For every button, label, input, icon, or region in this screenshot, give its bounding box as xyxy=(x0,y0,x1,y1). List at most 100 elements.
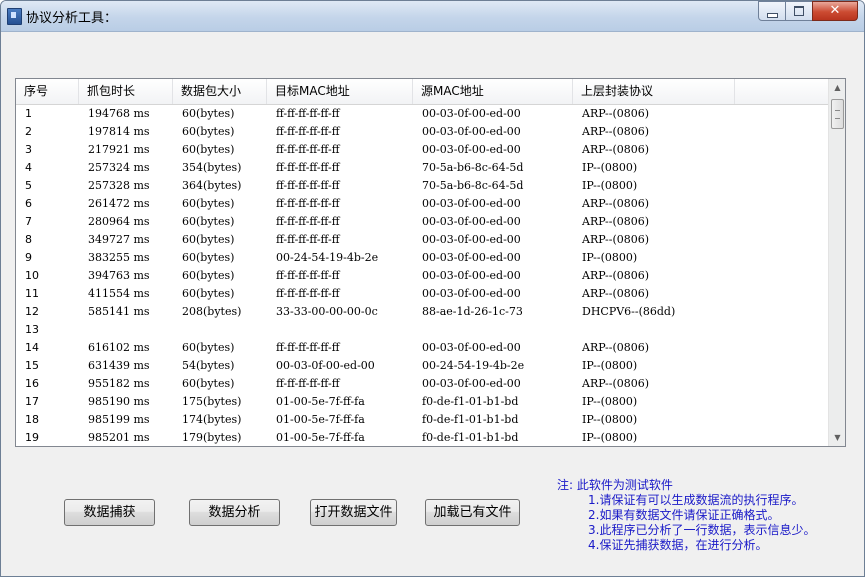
cell-dst-mac: ff-ff-ff-ff-ff-ff xyxy=(276,125,340,138)
close-button[interactable]: ✕ xyxy=(812,1,858,21)
cell-duration: 411554 ms xyxy=(88,287,150,300)
table-row[interactable]: 8 349727 ms 60(bytes) ff-ff-ff-ff-ff-ff 00-0… xyxy=(16,231,828,249)
table-row[interactable]: 12 585141 ms 208(bytes) 33-33-00-00-00-0c 88… xyxy=(16,303,828,321)
cell-duration: 616102 ms xyxy=(88,341,150,354)
cell-seq: 9 xyxy=(25,251,32,264)
window-controls: ✕ xyxy=(758,1,858,21)
cell-seq: 12 xyxy=(25,305,39,318)
cell-protocol: ARP--(0806) xyxy=(582,125,650,138)
table-row[interactable]: 19 985201 ms 179(bytes) 01-00-5e-7f-ff-fa f0… xyxy=(16,429,828,446)
table-row[interactable]: 10 394763 ms 60(bytes) ff-ff-ff-ff-ff-ff 00-… xyxy=(16,267,828,285)
cell-seq: 7 xyxy=(25,215,32,228)
column-header-dst-mac[interactable]: 目标MAC地址 xyxy=(267,79,413,104)
cell-size xyxy=(173,321,267,339)
cell-duration: 585141 ms xyxy=(88,305,150,318)
cell-src-mac: 00-03-0f-00-ed-00 xyxy=(422,341,521,354)
cell-size: 60(bytes) xyxy=(182,341,235,354)
window-title: 协议分析工具： xyxy=(26,11,118,26)
scroll-up-icon[interactable]: ▲ xyxy=(829,79,845,96)
table-row[interactable]: 15 631439 ms 54(bytes) 00-03-0f-00-ed-00 00-… xyxy=(16,357,828,375)
cell-duration: 383255 ms xyxy=(88,251,150,264)
cell-protocol: IP--(0800) xyxy=(582,431,638,444)
cell-duration: 985201 ms xyxy=(88,431,150,444)
cell-size: 208(bytes) xyxy=(182,305,242,318)
table-row[interactable]: 7 280964 ms 60(bytes) ff-ff-ff-ff-ff-ff 00-0… xyxy=(16,213,828,231)
cell-dst-mac: 33-33-00-00-00-0c xyxy=(276,305,378,318)
cell-src-mac: 00-03-0f-00-ed-00 xyxy=(422,125,521,138)
column-header-empty xyxy=(735,79,828,104)
table-row[interactable]: 17 985190 ms 175(bytes) 01-00-5e-7f-ff-fa f0… xyxy=(16,393,828,411)
table-row[interactable]: 11 411554 ms 60(bytes) ff-ff-ff-ff-ff-ff 00-… xyxy=(16,285,828,303)
cell-dst-mac: ff-ff-ff-ff-ff-ff xyxy=(276,269,340,282)
table-row[interactable]: 4 257324 ms 354(bytes) ff-ff-ff-ff-ff-ff 70-… xyxy=(16,159,828,177)
column-header-duration[interactable]: 抓包时长 xyxy=(79,79,173,104)
cell-src-mac: 00-24-54-19-4b-2e xyxy=(422,359,525,372)
table-row[interactable]: 2 197814 ms 60(bytes) ff-ff-ff-ff-ff-ff 00-0… xyxy=(16,123,828,141)
packet-table[interactable]: 序号 抓包时长 数据包大小 目标MAC地址 源MAC地址 上层封装协议 1 194… xyxy=(15,78,846,447)
load-file-button[interactable]: 加载已有文件 xyxy=(425,499,520,526)
cell-size: 54(bytes) xyxy=(182,359,235,372)
cell-src-mac: 00-03-0f-00-ed-00 xyxy=(422,233,521,246)
cell-protocol: DHCPV6--(86dd) xyxy=(582,305,676,318)
cell-size: 60(bytes) xyxy=(182,215,235,228)
cell-protocol: IP--(0800) xyxy=(582,179,638,192)
cell-protocol: ARP--(0806) xyxy=(582,377,650,390)
cell-dst-mac: ff-ff-ff-ff-ff-ff xyxy=(276,143,340,156)
cell-duration: 955182 ms xyxy=(88,377,150,390)
title-bar[interactable]: 协议分析工具： ✕ xyxy=(1,1,864,32)
note-line: 4.保证先捕获数据，在进行分析。 xyxy=(588,538,768,552)
cell-dst-mac: ff-ff-ff-ff-ff-ff xyxy=(276,377,340,390)
cell-src-mac: f0-de-f1-01-b1-bd xyxy=(422,395,519,408)
column-header-protocol[interactable]: 上层封装协议 xyxy=(573,79,735,104)
cell-src-mac xyxy=(413,321,573,339)
cell-seq: 5 xyxy=(25,179,32,192)
cell-src-mac: 70-5a-b6-8c-64-5d xyxy=(422,179,524,192)
cell-size: 60(bytes) xyxy=(182,287,235,300)
cell-size: 60(bytes) xyxy=(182,197,235,210)
cell-dst-mac: ff-ff-ff-ff-ff-ff xyxy=(276,215,340,228)
cell-dst-mac: ff-ff-ff-ff-ff-ff xyxy=(276,107,340,120)
table-row[interactable]: 13 xyxy=(16,321,828,339)
cell-duration: 280964 ms xyxy=(88,215,150,228)
cell-duration: 197814 ms xyxy=(88,125,150,138)
column-header-src-mac[interactable]: 源MAC地址 xyxy=(413,79,573,104)
cell-seq: 16 xyxy=(25,377,39,390)
column-header-seq[interactable]: 序号 xyxy=(16,79,79,104)
cell-protocol: ARP--(0806) xyxy=(582,269,650,282)
scroll-thumb[interactable] xyxy=(831,99,844,129)
cell-protocol: IP--(0800) xyxy=(582,413,638,426)
cell-src-mac: 00-03-0f-00-ed-00 xyxy=(422,143,521,156)
table-row[interactable]: 5 257328 ms 364(bytes) ff-ff-ff-ff-ff-ff 70-… xyxy=(16,177,828,195)
scroll-down-icon[interactable]: ▼ xyxy=(829,429,845,446)
capture-button[interactable]: 数据捕获 xyxy=(64,499,155,526)
vertical-scrollbar[interactable]: ▲ ▼ xyxy=(828,79,845,446)
table-row[interactable]: 1 194768 ms 60(bytes) ff-ff-ff-ff-ff-ff 00-0… xyxy=(16,105,828,123)
cell-dst-mac: 01-00-5e-7f-ff-fa xyxy=(276,413,365,426)
table-row[interactable]: 14 616102 ms 60(bytes) ff-ff-ff-ff-ff-ff 00-… xyxy=(16,339,828,357)
cell-duration: 349727 ms xyxy=(88,233,150,246)
maximize-button[interactable] xyxy=(785,1,813,21)
minimize-button[interactable] xyxy=(758,1,786,21)
table-row[interactable]: 16 955182 ms 60(bytes) ff-ff-ff-ff-ff-ff 00-… xyxy=(16,375,828,393)
cell-duration: 217921 ms xyxy=(88,143,150,156)
close-icon: ✕ xyxy=(829,3,841,18)
cell-size: 60(bytes) xyxy=(182,269,235,282)
table-row[interactable]: 18 985199 ms 174(bytes) 01-00-5e-7f-ff-fa f0… xyxy=(16,411,828,429)
cell-size: 60(bytes) xyxy=(182,377,235,390)
cell-dst-mac: 01-00-5e-7f-ff-fa xyxy=(276,431,365,444)
analyze-button[interactable]: 数据分析 xyxy=(189,499,280,526)
open-file-button[interactable]: 打开数据文件 xyxy=(310,499,397,526)
column-header-size[interactable]: 数据包大小 xyxy=(173,79,267,104)
cell-protocol: ARP--(0806) xyxy=(582,197,650,210)
table-row[interactable]: 6 261472 ms 60(bytes) ff-ff-ff-ff-ff-ff 00-0… xyxy=(16,195,828,213)
table-row[interactable]: 9 383255 ms 60(bytes) 00-24-54-19-4b-2e 00-0… xyxy=(16,249,828,267)
cell-protocol: ARP--(0806) xyxy=(582,287,650,300)
cell-src-mac: 00-03-0f-00-ed-00 xyxy=(422,269,521,282)
cell-seq: 8 xyxy=(25,233,32,246)
cell-dst-mac: ff-ff-ff-ff-ff-ff xyxy=(276,341,340,354)
table-row[interactable]: 3 217921 ms 60(bytes) ff-ff-ff-ff-ff-ff 00-0… xyxy=(16,141,828,159)
cell-protocol: IP--(0800) xyxy=(582,161,638,174)
cell-duration: 194768 ms xyxy=(88,107,150,120)
cell-size: 60(bytes) xyxy=(182,125,235,138)
cell-dst-mac: 00-24-54-19-4b-2e xyxy=(276,251,379,264)
